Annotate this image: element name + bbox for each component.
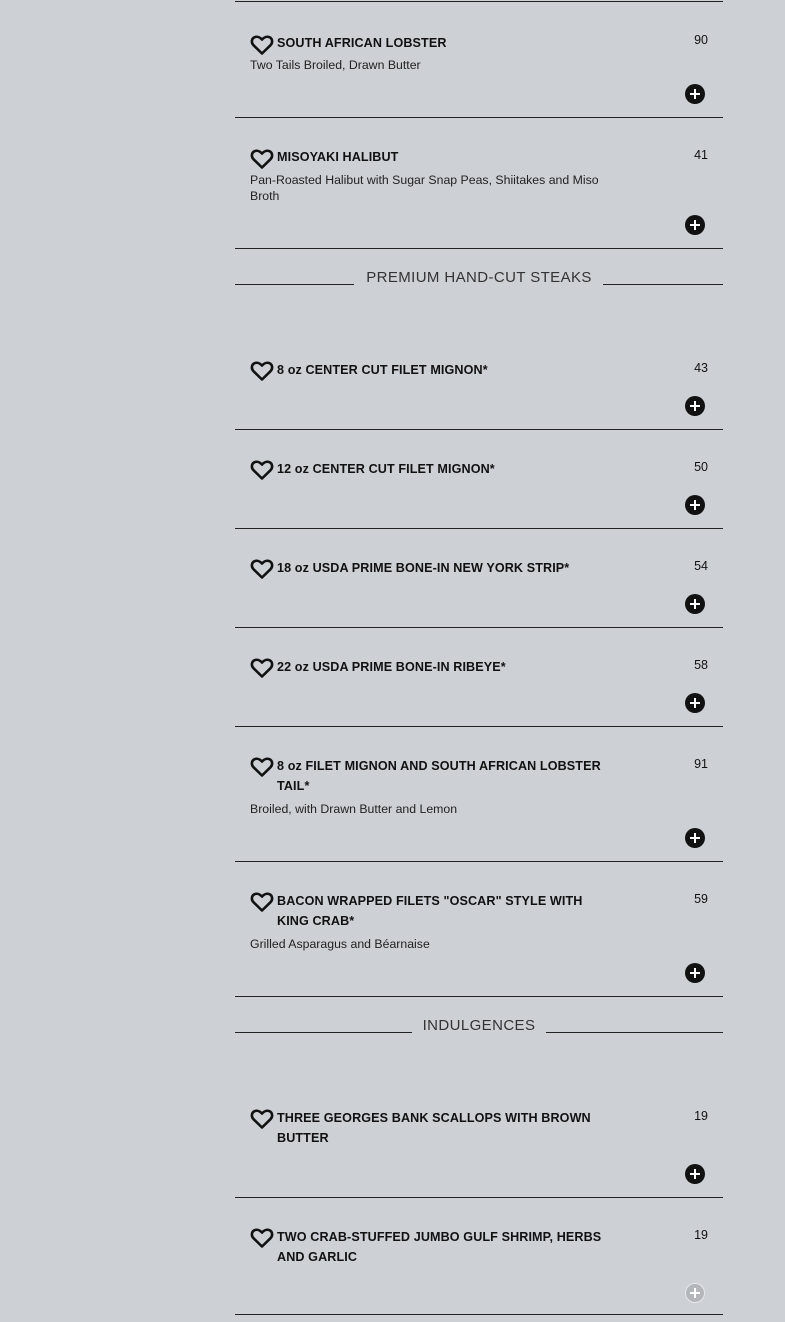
item-name: 22 oz USDA PRIME BONE-IN RIBEYE*: [277, 660, 506, 674]
add-to-order-button[interactable]: [685, 396, 705, 416]
menu-item: TWO CRAB-STUFFED JUMBO GULF SHRIMP, HERB…: [235, 1198, 723, 1315]
item-description: Broiled, with Drawn Butter and Lemon: [250, 802, 458, 816]
menu-item: 12 oz CENTER CUT FILET MIGNON* 50: [235, 430, 723, 529]
item-name: TWO CRAB-STUFFED JUMBO GULF SHRIMP, HERB…: [277, 1230, 602, 1264]
item-description: Pan-Roasted Halibut with Sugar Snap Peas…: [250, 173, 599, 203]
heart-icon[interactable]: [250, 459, 274, 481]
menu-item: SOUTH AFRICAN LOBSTER 90 Two Tails Broil…: [235, 3, 723, 118]
heart-icon[interactable]: [250, 34, 274, 56]
menu-item: THREE GEORGES BANK SCALLOPS WITH BROWN B…: [235, 1079, 723, 1198]
item-price: 19: [694, 1228, 708, 1242]
heart-icon[interactable]: [250, 1227, 274, 1249]
divider: [603, 284, 723, 285]
heart-icon[interactable]: [250, 756, 274, 778]
section-title: PREMIUM HAND-CUT STEAKS: [366, 269, 592, 286]
item-price: 59: [694, 892, 708, 906]
menu-item: 8 oz CENTER CUT FILET MIGNON* 43: [235, 331, 723, 430]
menu-item: 22 oz USDA PRIME BONE-IN RIBEYE* 58: [235, 628, 723, 727]
item-name: BACON WRAPPED FILETS "OSCAR" STYLE WITH …: [277, 894, 583, 928]
section-header: INDULGENCES: [235, 1016, 723, 1040]
item-price: 58: [694, 658, 708, 672]
item-price: 43: [694, 361, 708, 375]
item-name: 8 oz CENTER CUT FILET MIGNON*: [277, 363, 488, 377]
menu-item: MISOYAKI HALIBUT 41 Pan-Roasted Halibut …: [235, 118, 723, 249]
item-name: 18 oz USDA PRIME BONE-IN NEW YORK STRIP*: [277, 561, 570, 575]
heart-icon[interactable]: [250, 148, 274, 170]
item-description: Grilled Asparagus and Béarnaise: [250, 937, 430, 951]
add-to-order-button[interactable]: [685, 495, 705, 515]
heart-icon[interactable]: [250, 1108, 274, 1130]
add-to-order-button[interactable]: [685, 594, 705, 614]
section-title: INDULGENCES: [422, 1017, 536, 1034]
add-to-order-button[interactable]: [685, 693, 705, 713]
add-to-order-button[interactable]: [685, 1164, 705, 1184]
menu-item: 8 oz FILET MIGNON AND SOUTH AFRICAN LOBS…: [235, 727, 723, 862]
add-to-order-button[interactable]: [685, 215, 705, 235]
add-to-order-button[interactable]: [685, 84, 705, 104]
item-description: Two Tails Broiled, Drawn Butter: [250, 58, 421, 72]
item-price: 54: [694, 559, 708, 573]
item-price: 90: [694, 33, 708, 47]
item-name: MISOYAKI HALIBUT: [277, 150, 399, 164]
heart-icon[interactable]: [250, 360, 274, 382]
heart-icon[interactable]: [250, 657, 274, 679]
item-price: 91: [694, 757, 708, 771]
divider: [546, 1032, 723, 1033]
menu-item: 18 oz USDA PRIME BONE-IN NEW YORK STRIP*…: [235, 529, 723, 628]
item-name: 8 oz FILET MIGNON AND SOUTH AFRICAN LOBS…: [277, 759, 601, 793]
menu-item: BACON WRAPPED FILETS "OSCAR" STYLE WITH …: [235, 862, 723, 997]
add-to-order-button[interactable]: [685, 828, 705, 848]
item-name: SOUTH AFRICAN LOBSTER: [277, 36, 447, 50]
divider: [235, 1, 723, 2]
section-header: PREMIUM HAND-CUT STEAKS: [235, 268, 723, 292]
add-to-order-button-disabled[interactable]: [685, 1283, 705, 1303]
item-name: THREE GEORGES BANK SCALLOPS WITH BROWN B…: [277, 1111, 591, 1145]
add-to-order-button[interactable]: [685, 963, 705, 983]
item-price: 19: [694, 1109, 708, 1123]
item-price: 41: [694, 148, 708, 162]
item-name: 12 oz CENTER CUT FILET MIGNON*: [277, 462, 495, 476]
heart-icon[interactable]: [250, 891, 274, 913]
item-price: 50: [694, 460, 708, 474]
heart-icon[interactable]: [250, 558, 274, 580]
